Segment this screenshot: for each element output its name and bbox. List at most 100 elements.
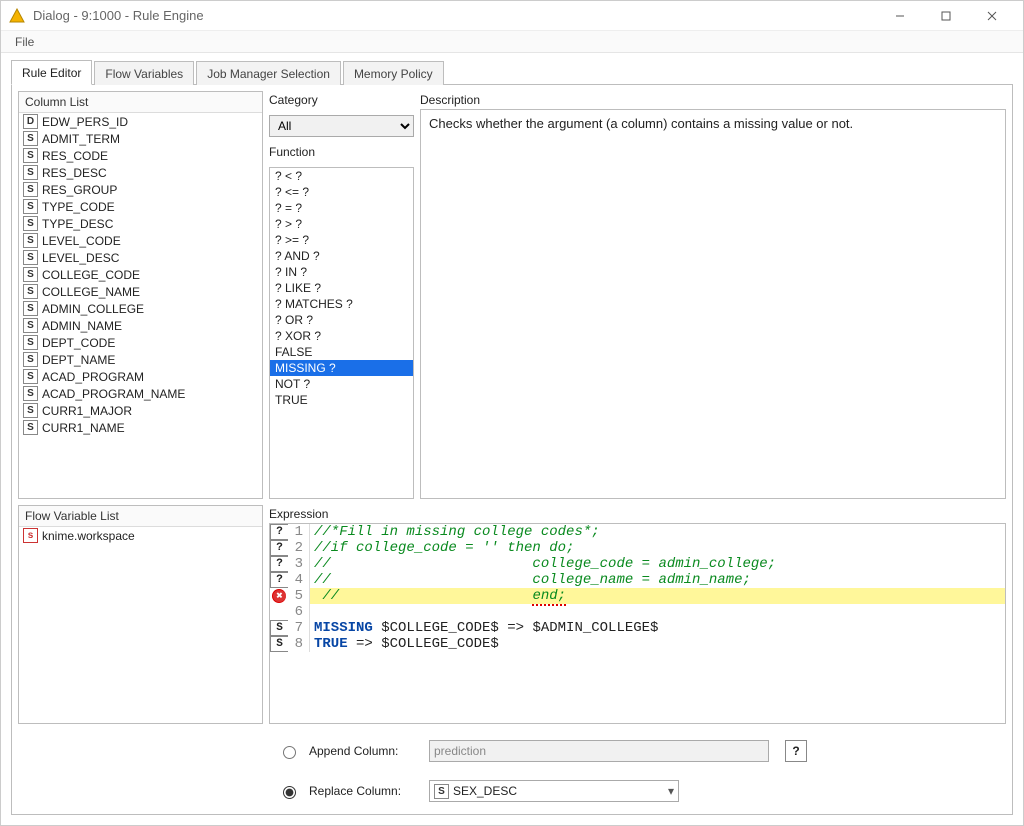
append-column-input[interactable] (429, 740, 769, 762)
code-line[interactable]: ?4// college_name = admin_name; (270, 572, 1005, 588)
column-item[interactable]: SACAD_PROGRAM (19, 368, 262, 385)
flow-variable-item[interactable]: sknime.workspace (19, 527, 262, 544)
column-item[interactable]: SADMIN_COLLEGE (19, 300, 262, 317)
code-line[interactable]: S8TRUE => $COLLEGE_CODE$ (270, 636, 1005, 652)
function-item[interactable]: ? XOR ? (270, 328, 413, 344)
column-item[interactable]: SDEPT_NAME (19, 351, 262, 368)
minimize-button[interactable] (877, 1, 923, 31)
code-text[interactable]: // college_name = admin_name; (310, 572, 1005, 588)
column-item[interactable]: SCOLLEGE_CODE (19, 266, 262, 283)
string-result-icon: S (270, 636, 288, 652)
help-button[interactable]: ? (785, 740, 807, 762)
column-list[interactable]: DEDW_PERS_IDSADMIT_TERMSRES_CODESRES_DES… (19, 113, 262, 498)
code-line[interactable]: ?2//if college_code = '' then do; (270, 540, 1005, 556)
line-number: 3 (288, 556, 310, 572)
string-type-icon: S (23, 216, 38, 231)
right-column: Description Checks whether the argument … (420, 91, 1006, 499)
category-select[interactable]: All (269, 115, 414, 137)
left-lower: Flow Variable List sknime.workspace (18, 505, 263, 724)
string-type-icon: S (23, 131, 38, 146)
column-name: RES_CODE (42, 149, 108, 163)
function-item[interactable]: ? < ? (270, 168, 413, 184)
description-panel: Checks whether the argument (a column) c… (420, 109, 1006, 499)
tab-job-manager[interactable]: Job Manager Selection (196, 61, 341, 85)
close-button[interactable] (969, 1, 1015, 31)
code-line[interactable]: ?1//*Fill in missing college codes*; (270, 524, 1005, 540)
column-item[interactable]: STYPE_CODE (19, 198, 262, 215)
function-item[interactable]: FALSE (270, 344, 413, 360)
function-list[interactable]: ? < ?? <= ?? = ?? > ?? >= ?? AND ?? IN ?… (270, 168, 413, 498)
function-item[interactable]: ? > ? (270, 216, 413, 232)
function-item[interactable]: ? MATCHES ? (270, 296, 413, 312)
column-name: ADMIT_TERM (42, 132, 120, 146)
function-item[interactable]: ? LIKE ? (270, 280, 413, 296)
column-item[interactable]: D EDW_PERS_ID (19, 113, 262, 130)
upper-row: Column List DEDW_PERS_IDSADMIT_TERMSRES_… (18, 91, 1006, 499)
column-item[interactable]: SDEPT_CODE (19, 334, 262, 351)
code-text[interactable]: // college_code = admin_college; (310, 556, 1005, 572)
tab-flow-variables[interactable]: Flow Variables (94, 61, 194, 85)
column-item[interactable]: SRES_DESC (19, 164, 262, 181)
function-item[interactable]: MISSING ? (270, 360, 413, 376)
function-label: Function (269, 143, 414, 161)
line-number: 1 (288, 524, 310, 540)
code-line[interactable]: S7MISSING $COLLEGE_CODE$ => $ADMIN_COLLE… (270, 620, 1005, 636)
code-text[interactable]: // end; (310, 588, 1005, 604)
menubar: File (1, 31, 1023, 53)
line-number: 8 (288, 636, 310, 652)
code-text[interactable]: //*Fill in missing college codes*; (310, 524, 1005, 540)
code-text[interactable]: TRUE => $COLLEGE_CODE$ (310, 636, 1005, 652)
tab-rule-editor[interactable]: Rule Editor (11, 60, 92, 85)
expression-editor[interactable]: ?1//*Fill in missing college codes*;?2//… (270, 524, 1005, 723)
window-title: Dialog - 9:1000 - Rule Engine (33, 8, 877, 23)
function-item[interactable]: ? IN ? (270, 264, 413, 280)
function-item[interactable]: ? OR ? (270, 312, 413, 328)
function-item[interactable]: NOT ? (270, 376, 413, 392)
function-item[interactable]: ? >= ? (270, 232, 413, 248)
menu-file[interactable]: File (9, 33, 40, 51)
string-type-icon: S (23, 420, 38, 435)
replace-column-select[interactable]: S SEX_DESC ▾ (429, 780, 679, 802)
function-item[interactable]: TRUE (270, 392, 413, 408)
flow-variable-list[interactable]: sknime.workspace (19, 527, 262, 723)
column-item[interactable]: SCOLLEGE_NAME (19, 283, 262, 300)
replace-column-radio[interactable] (283, 786, 296, 799)
double-type-icon: D (23, 114, 38, 129)
column-item[interactable]: S ADMIT_TERM (19, 130, 262, 147)
code-text[interactable]: MISSING $COLLEGE_CODE$ => $ADMIN_COLLEGE… (310, 620, 1005, 636)
code-line[interactable]: ?3// college_code = admin_college; (270, 556, 1005, 572)
column-name: EDW_PERS_ID (42, 115, 128, 129)
string-type-icon: S (23, 335, 38, 350)
column-item[interactable]: S CURR1_NAME (19, 419, 262, 436)
window-controls (877, 1, 1015, 31)
column-item[interactable]: SRES_GROUP (19, 181, 262, 198)
expression-panel: Expression ?1//*Fill in missing college … (269, 505, 1006, 724)
maximize-button[interactable] (923, 1, 969, 31)
column-item[interactable]: SADMIN_NAME (19, 317, 262, 334)
column-item[interactable]: STYPE_DESC (19, 215, 262, 232)
error-icon: ✖ (272, 589, 286, 603)
code-text[interactable] (310, 604, 1005, 620)
line-number: 7 (288, 620, 310, 636)
column-item[interactable]: SACAD_PROGRAM_NAME (19, 385, 262, 402)
column-name: LEVEL_DESC (42, 251, 119, 265)
column-item[interactable]: SLEVEL_DESC (19, 249, 262, 266)
tab-memory-policy[interactable]: Memory Policy (343, 61, 444, 85)
unknown-icon: ? (270, 572, 288, 588)
code-line[interactable]: 6 (270, 604, 1005, 620)
column-name: CURR1_NAME (42, 421, 125, 435)
client-area: Rule Editor Flow Variables Job Manager S… (1, 53, 1023, 825)
function-item[interactable]: ? = ? (270, 200, 413, 216)
append-column-radio[interactable] (283, 746, 296, 759)
code-line[interactable]: ✖5 // end; (270, 588, 1005, 604)
append-row: Append Column: ? (18, 734, 1006, 768)
column-item[interactable]: SLEVEL_CODE (19, 232, 262, 249)
unknown-icon: ? (270, 556, 288, 572)
string-type-icon: S (23, 403, 38, 418)
expression-editor-panel: ?1//*Fill in missing college codes*;?2//… (269, 523, 1006, 724)
code-text[interactable]: //if college_code = '' then do; (310, 540, 1005, 556)
function-item[interactable]: ? AND ? (270, 248, 413, 264)
column-item[interactable]: SRES_CODE (19, 147, 262, 164)
function-item[interactable]: ? <= ? (270, 184, 413, 200)
column-item[interactable]: SCURR1_MAJOR (19, 402, 262, 419)
